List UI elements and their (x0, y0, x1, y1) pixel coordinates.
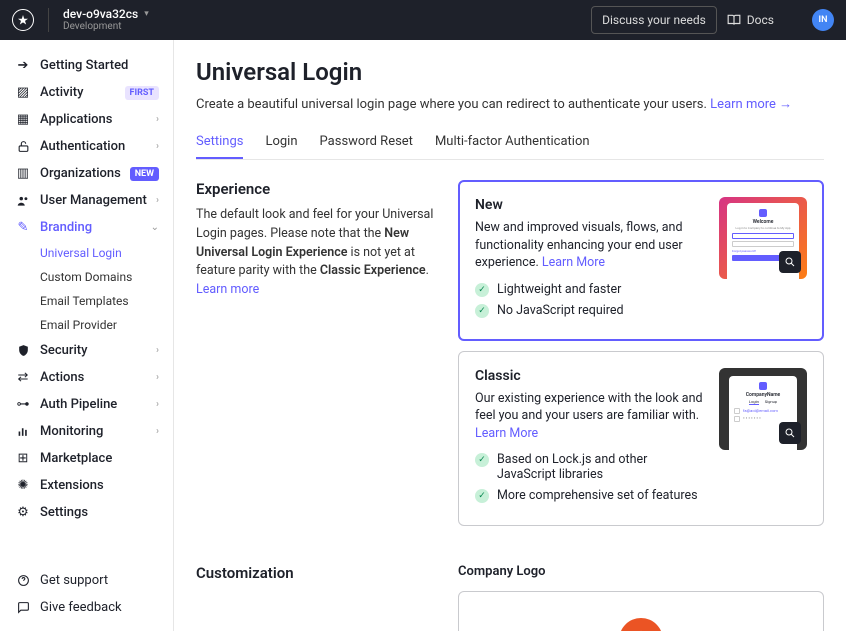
tab-mfa[interactable]: Multi-factor Authentication (435, 126, 590, 159)
sidebar-item-feedback[interactable]: Give feedback (0, 594, 174, 621)
experience-learn-more[interactable]: Learn more (196, 282, 259, 297)
tab-password-reset[interactable]: Password Reset (320, 126, 413, 159)
chevron-down-icon: ▾ (144, 9, 149, 20)
flow-icon: ⇄ (14, 370, 32, 385)
experience-title: Experience (196, 180, 440, 198)
new-preview: WelcomeLog in to Company to continue to … (719, 197, 807, 279)
sidebar-item-marketplace[interactable]: ⊞Marketplace (0, 445, 173, 472)
card-new-desc: New and improved visuals, flows, and fun… (475, 219, 705, 272)
chevron-down-icon: ⌄ (151, 222, 159, 233)
company-logo-preview (619, 618, 663, 631)
sidebar-item-security[interactable]: Security› (0, 337, 173, 364)
sidebar-item-auth-pipeline[interactable]: ⊶Auth Pipeline› (0, 391, 173, 418)
tenant-env: Development (63, 21, 149, 33)
sidebar-item-authentication[interactable]: Authentication› (0, 133, 173, 160)
check-icon: ✓ (475, 453, 489, 467)
bell-icon[interactable] (784, 12, 804, 28)
new-badge: NEW (130, 167, 159, 181)
grid-icon: ⊞ (14, 451, 32, 466)
check-icon: ✓ (475, 489, 489, 503)
sidebar-item-organizations[interactable]: ▥OrganizationsNEW (0, 160, 173, 187)
tab-login[interactable]: Login (265, 126, 297, 159)
chevron-right-icon: › (156, 426, 159, 437)
main-content: Universal Login Create a beautiful unive… (174, 40, 846, 631)
page-title: Universal Login (196, 58, 824, 86)
classic-learn-more[interactable]: Learn More (475, 426, 538, 441)
sidebar-sub-universal-login[interactable]: Universal Login (0, 241, 173, 265)
chevron-right-icon: › (156, 114, 159, 125)
experience-card-classic[interactable]: Classic Our existing experience with the… (458, 351, 824, 527)
classic-preview: CompanyNameLoginSignupfa@aol@email.com••… (719, 368, 807, 450)
docs-link[interactable]: Docs (717, 7, 784, 33)
sidebar-item-activity[interactable]: ▨ActivityFIRST (0, 79, 173, 106)
search-icon[interactable] (571, 12, 591, 28)
customization-title: Customization (196, 564, 440, 582)
product-logo[interactable] (12, 9, 34, 31)
experience-card-new[interactable]: New New and improved visuals, flows, and… (458, 180, 824, 341)
shield-icon (14, 344, 32, 357)
tab-settings[interactable]: Settings (196, 126, 243, 159)
learn-more-link[interactable]: Learn more → (710, 97, 792, 112)
sidebar-item-actions[interactable]: ⇄Actions› (0, 364, 173, 391)
company-logo-label: Company Logo (458, 564, 824, 579)
help-icon (14, 574, 32, 587)
discuss-button[interactable]: Discuss your needs (591, 6, 717, 34)
sidebar-sub-custom-domains[interactable]: Custom Domains (0, 265, 173, 289)
new-feature-1: ✓Lightweight and faster (475, 282, 705, 297)
pipeline-icon: ⊶ (14, 397, 32, 412)
sidebar-item-applications[interactable]: ▦Applications› (0, 106, 173, 133)
sidebar-sub-email-provider[interactable]: Email Provider (0, 313, 173, 337)
chart-icon: ▨ (14, 85, 32, 100)
bars-icon (14, 425, 32, 438)
tenant-name: dev-o9va32cs (63, 7, 138, 21)
zoom-icon[interactable] (779, 422, 801, 444)
customization-section: Customization Company Logo (196, 564, 824, 631)
top-bar: dev-o9va32cs ▾ Development Discuss your … (0, 0, 846, 40)
sidebar-item-extensions[interactable]: ✺Extensions (0, 472, 173, 499)
card-classic-desc: Our existing experience with the look an… (475, 390, 705, 443)
sidebar-item-getting-started[interactable]: ➔Getting Started (0, 52, 173, 79)
sidebar-item-settings[interactable]: ⚙Settings (0, 499, 173, 526)
chevron-right-icon: › (156, 372, 159, 383)
chevron-right-icon: › (156, 399, 159, 410)
chevron-right-icon: › (156, 195, 159, 206)
classic-feature-2: ✓More comprehensive set of features (475, 488, 705, 503)
book-icon (727, 13, 741, 27)
tenant-selector[interactable]: dev-o9va32cs ▾ Development (63, 7, 149, 33)
apps-icon: ▦ (14, 112, 32, 127)
zoom-icon[interactable] (779, 251, 801, 273)
avatar[interactable]: IN (812, 9, 834, 31)
lock-icon (14, 140, 32, 153)
check-icon: ✓ (475, 304, 489, 318)
sidebar-item-support[interactable]: Get support (0, 567, 174, 594)
chat-icon (14, 601, 32, 614)
new-feature-2: ✓No JavaScript required (475, 303, 705, 318)
new-learn-more[interactable]: Learn More (542, 255, 605, 270)
users-icon (14, 194, 32, 208)
check-icon: ✓ (475, 283, 489, 297)
experience-desc: The default look and feel for your Unive… (196, 206, 440, 300)
arrow-icon: ➔ (14, 58, 32, 73)
card-classic-title: Classic (475, 368, 705, 384)
sidebar: ➔Getting Started ▨ActivityFIRST ▦Applica… (0, 40, 174, 631)
gear-icon: ⚙ (14, 505, 32, 520)
chevron-right-icon: › (156, 345, 159, 356)
card-new-title: New (475, 197, 705, 213)
sidebar-sub-email-templates[interactable]: Email Templates (0, 289, 173, 313)
sidebar-item-monitoring[interactable]: Monitoring› (0, 418, 173, 445)
brush-icon: ✎ (14, 220, 32, 235)
chevron-right-icon: › (156, 141, 159, 152)
sidebar-item-branding[interactable]: ✎Branding⌄ (0, 214, 173, 241)
sidebar-item-user-management[interactable]: User Management› (0, 187, 173, 214)
first-badge: FIRST (125, 86, 159, 100)
page-subtitle: Create a beautiful universal login page … (196, 96, 824, 112)
logo-box (458, 591, 824, 631)
divider (48, 8, 49, 32)
building-icon: ▥ (14, 166, 32, 181)
tabs: Settings Login Password Reset Multi-fact… (196, 126, 824, 160)
experience-section: Experience The default look and feel for… (196, 180, 824, 536)
sparkle-icon: ✺ (14, 478, 32, 493)
classic-feature-1: ✓Based on Lock.js and other JavaScript l… (475, 452, 705, 482)
